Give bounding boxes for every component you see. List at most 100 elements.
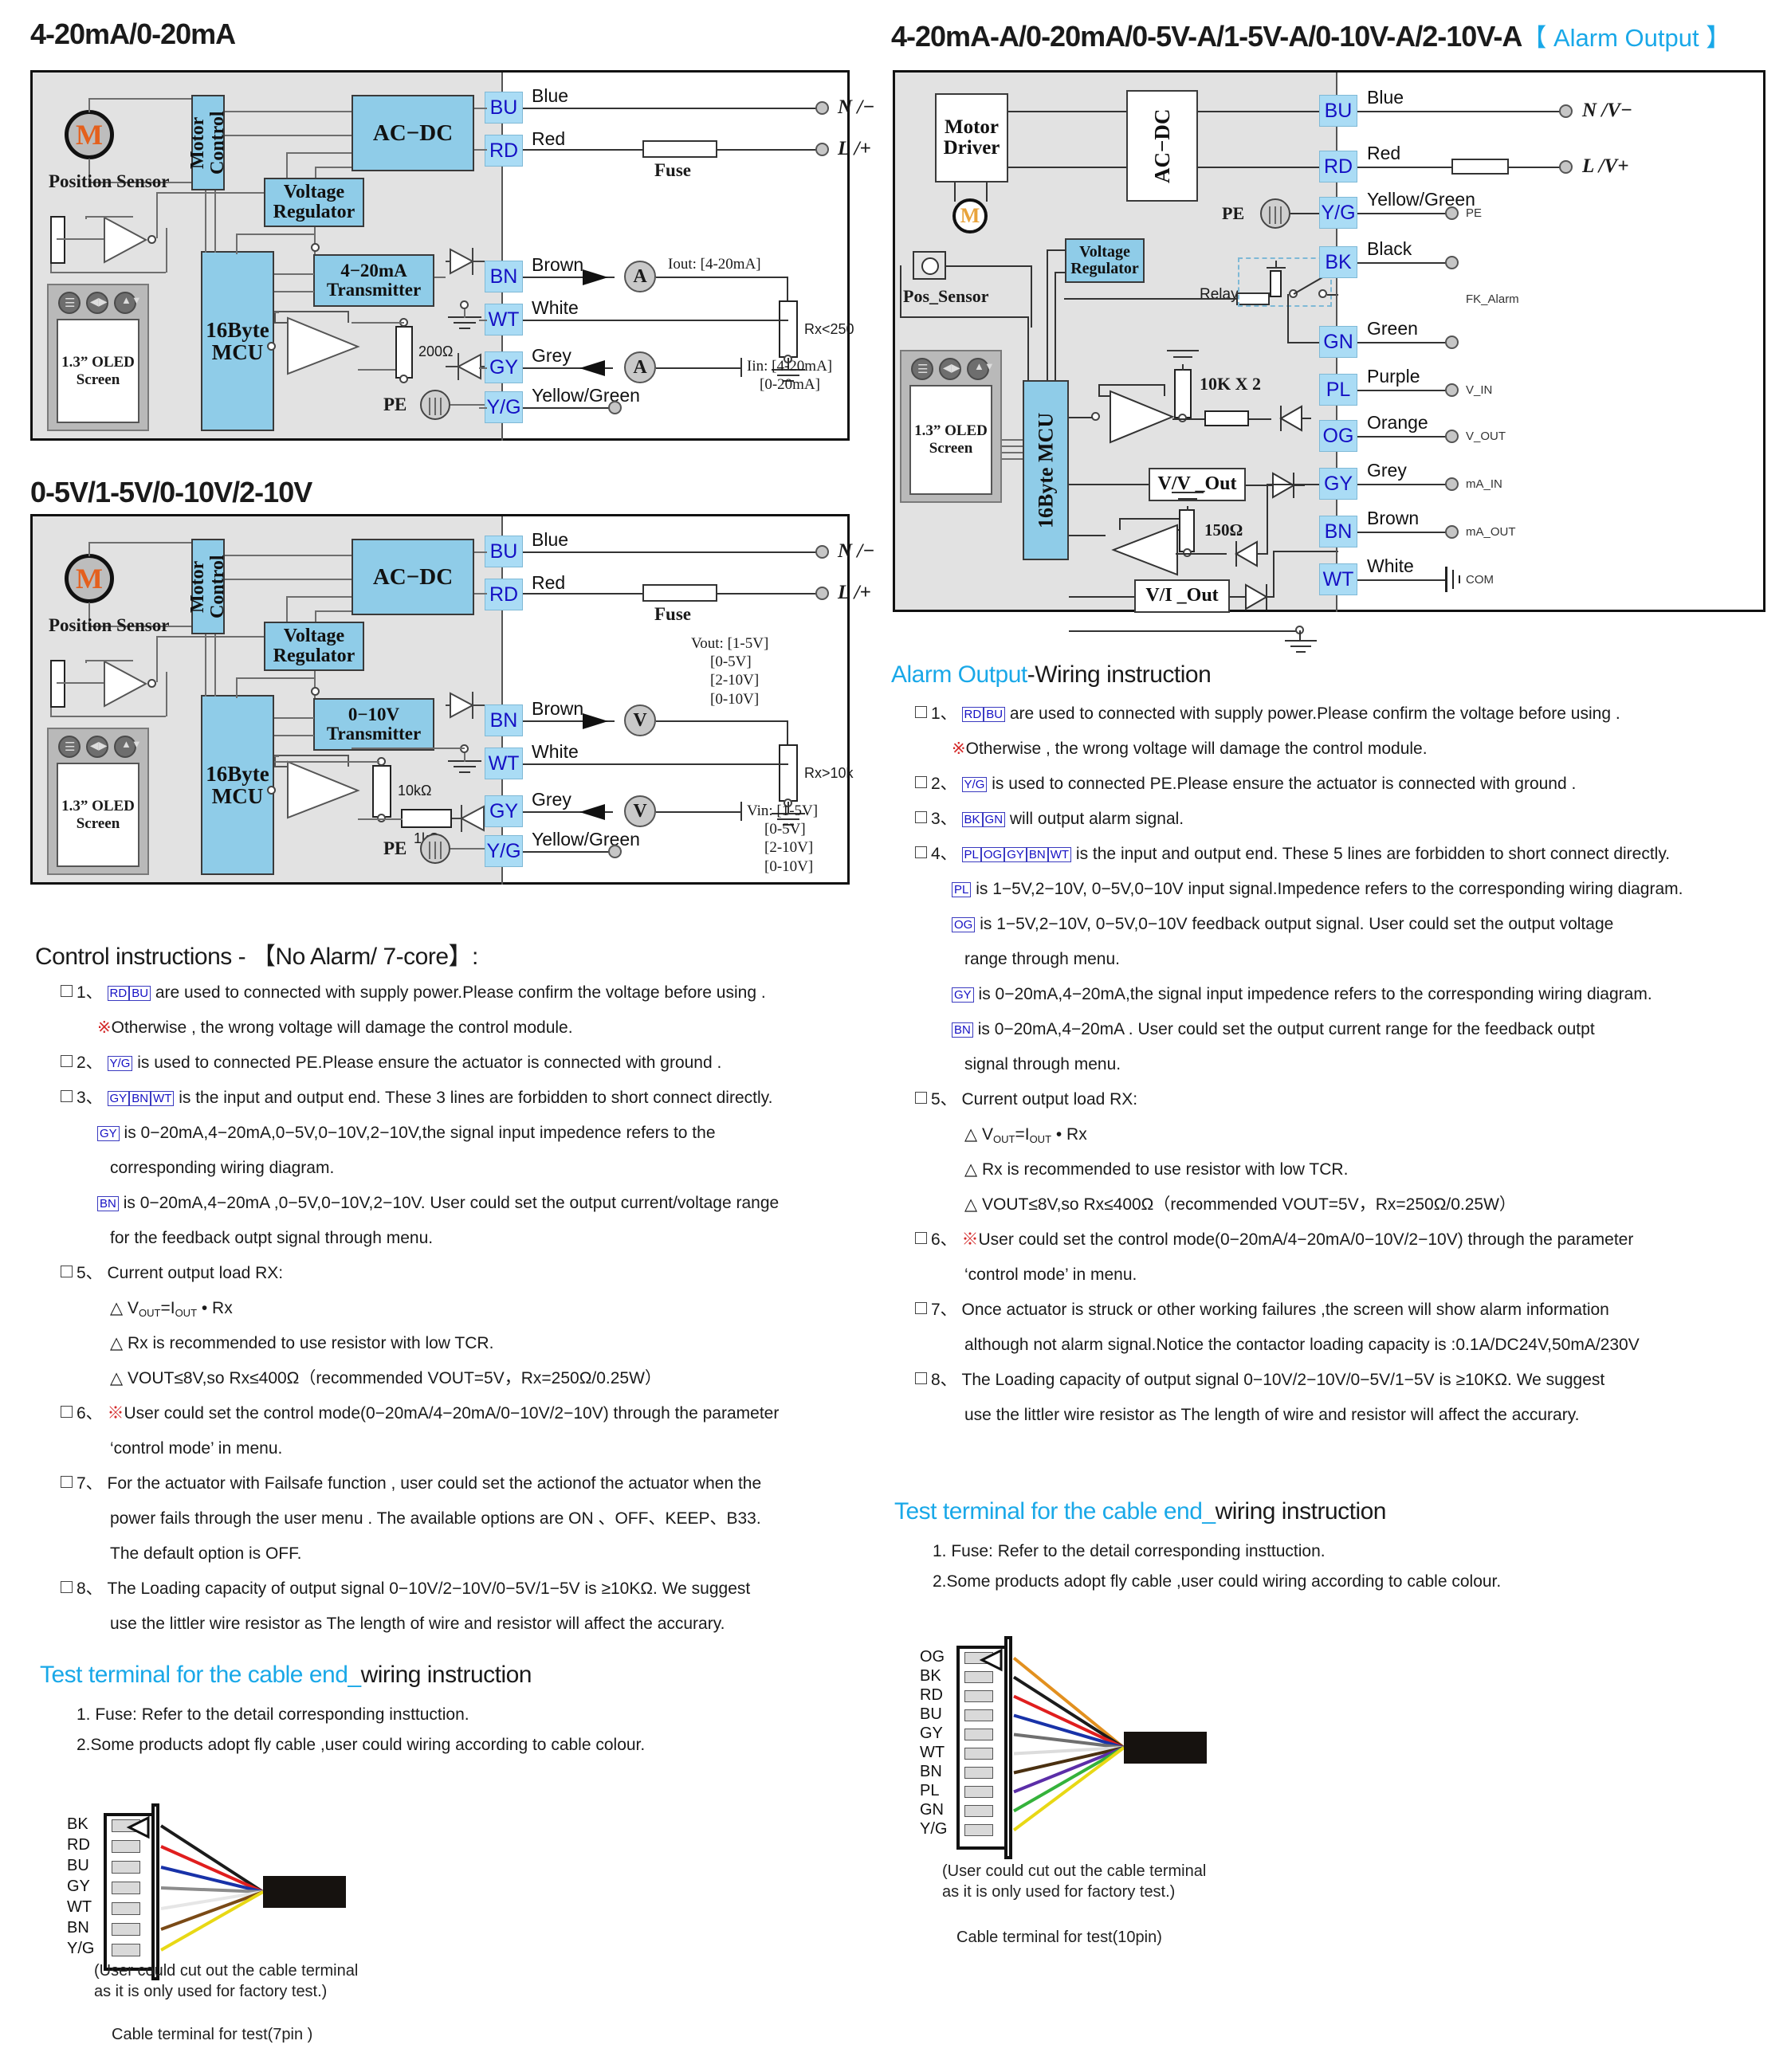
ground-symbol-150 (1171, 492, 1204, 508)
motor-letter-2: M (76, 563, 103, 595)
instruction-line: 6、 ※User could set the control mode(0−20… (61, 1405, 779, 1422)
output-amp-icon-2 (274, 755, 360, 819)
wire-label-blue: Blue (532, 85, 569, 106)
motor-letter: M (76, 119, 103, 151)
checkbox[interactable] (61, 1055, 73, 1067)
diagram1-title: 4-20mA/0-20mA (30, 18, 236, 50)
menu-button-3[interactable]: ☰ (911, 358, 933, 380)
endpoint-lv-3 (1559, 160, 1573, 174)
terminal-yg-3: Y/G (1319, 197, 1357, 229)
checkbox[interactable] (61, 1581, 73, 1593)
test-terminal-heading-blue: Test terminal for the cable end_ (40, 1662, 361, 1688)
wire-tag-og: OG (952, 917, 976, 932)
item-number: 3、 (77, 1089, 108, 1107)
left-right-button-2[interactable]: ◀▶ (86, 736, 108, 758)
checkbox[interactable] (61, 1406, 73, 1418)
voltage-regulator-block-3: Voltage Regulator (1065, 238, 1145, 283)
cable-terminal-7pin: BK RD BU GY WT BN Y/G (48, 1797, 430, 1980)
right-column: 4-20mA-A/0-20mA/0-5V-A/1-5V-A/0-10V-A/2-… (885, 0, 1791, 2072)
cable-terminal-10pin: OG BK RD BU GY WT BN PL GN Y/G (901, 1630, 1299, 1861)
wire-label-blue-3: Blue (1367, 87, 1404, 108)
instruction-text: is used to connected PE.Please ensure th… (137, 1054, 722, 1072)
cable-caption-7pin: Cable terminal for test(7pin ) (112, 2026, 313, 2043)
resistor-10kx2-label: 10K X 2 (1200, 374, 1261, 394)
wire-tag-bu: BU (129, 986, 151, 1001)
checkbox[interactable] (915, 1232, 927, 1244)
instruction-text: will output alarm signal. (1009, 810, 1184, 828)
instruction-line: 1、 RD BU are used to connected with suppl… (61, 984, 766, 1001)
wire-tag-wt: WT (1047, 847, 1072, 862)
connector-key-icon (126, 1815, 150, 1839)
up-down-button-3[interactable]: ▲▼ (967, 358, 995, 380)
checkbox[interactable] (915, 811, 927, 823)
checkbox[interactable] (915, 846, 927, 858)
resistor-150ohm-label: 150Ω (1204, 520, 1243, 540)
ac-dc-block: AC−DC (352, 95, 474, 171)
instruction-text: Once actuator is struck or other working… (961, 1301, 1609, 1319)
left-right-button[interactable]: ◀▶ (86, 292, 108, 314)
position-sensor-label: Position Sensor (49, 171, 170, 191)
rx-250-label: Rx<250 (804, 321, 854, 337)
checkbox[interactable] (61, 1090, 73, 1102)
item-number: 2、 (931, 775, 962, 793)
menu-button[interactable]: ☰ (58, 292, 81, 314)
ammeter-in-icon: A (624, 351, 656, 383)
endpoint-l (815, 143, 829, 156)
wire-label-black-3: Black (1367, 238, 1412, 259)
endpoint-pe-2 (608, 845, 622, 858)
sensor-amp-outline-2 (104, 660, 148, 708)
checkbox[interactable] (915, 776, 927, 788)
terminal-bn-2: BN (485, 704, 523, 736)
diode-og-icon (1267, 472, 1305, 499)
test-terminal-heading-blue-2: Test terminal for the cable end_ (894, 1498, 1216, 1525)
voltmeter-out-glyph: V (633, 709, 647, 731)
oled-screen-2: 1.3” OLED Screen (57, 763, 139, 867)
up-down-button[interactable]: ▲▼ (114, 292, 142, 314)
current-direction-arrow (583, 269, 608, 285)
connector-key-icon (979, 1648, 1003, 1672)
menu-button-2[interactable]: ☰ (58, 736, 81, 758)
instruction-line: 2、 Y/G is used to connected PE.Please en… (915, 775, 1576, 792)
wire-tag-pl: PL (961, 847, 981, 862)
position-sensor-pot-2 (50, 660, 65, 708)
checkbox[interactable] (61, 1266, 73, 1277)
instruction-line: 8、 The Loading capacity of output signal… (61, 1580, 750, 1597)
test-note-2-right: 2.Some products adopt fly cable ,user co… (933, 1572, 1502, 1591)
oled-module-2: ☰ ◀▶ ▲▼ 1.3” OLED Screen (47, 728, 149, 875)
checkbox[interactable] (915, 1372, 927, 1384)
pos-sensor-icon (913, 251, 946, 280)
up-down-button-2[interactable]: ▲▼ (114, 736, 142, 758)
fn-label-maout: mA_OUT (1466, 525, 1516, 539)
wire-tag-bn: BN (129, 1091, 151, 1106)
diagram-alarm-output: Motor Driver M AC−DC Pos_Sensor Voltage … (893, 70, 1765, 653)
rx-10k-label: Rx>10k (804, 765, 854, 781)
wire-label-white-3: White (1367, 555, 1414, 576)
item-number: 6、 (77, 1404, 108, 1423)
wire-tag-bk: BK (961, 812, 983, 827)
checkbox[interactable] (915, 1092, 927, 1104)
left-right-button-3[interactable]: ◀▶ (939, 358, 961, 380)
instruction-line: △ VOUT≤8V,so Rx≤400Ω（recommended VOUT=5V… (110, 1370, 662, 1387)
mcu-block-2: 16Byte MCU (201, 695, 274, 875)
instruction-text: △ VOUT≤8V,so Rx≤400Ω（recommended VOUT=5V… (964, 1195, 1516, 1214)
checkbox[interactable] (915, 706, 927, 718)
checkbox[interactable] (61, 985, 73, 997)
alarm-output-tag: 【 Alarm Output 】 (1522, 24, 1731, 52)
endpoint-pe (608, 401, 622, 414)
relay-label: Relay (1200, 286, 1239, 303)
instruction-text: ‘control mode’ in menu. (110, 1439, 283, 1458)
wire-tag-bn: BN (97, 1196, 119, 1211)
fuse-icon-2 (642, 584, 717, 602)
alarm-amp-icon (1098, 384, 1175, 444)
checkbox[interactable] (915, 1302, 927, 1314)
wire-label-yg-3: Yellow/Green (1367, 189, 1475, 210)
instruction-text: is 1−5V,2−10V, 0−5V,0−10V input signal.I… (976, 880, 1683, 898)
instruction-line: 3、 GY BN WT is the input and output end. T… (61, 1089, 772, 1106)
cable-sheath (1124, 1732, 1207, 1764)
pe-icon-3 (1260, 198, 1290, 229)
item-number: 1、 (931, 704, 962, 723)
iout-label: Iout: [4-20mA] (668, 256, 761, 273)
wire-tag-gy: GY (97, 1126, 120, 1141)
checkbox[interactable] (61, 1476, 73, 1488)
wire-tag-gn: GN (982, 812, 1006, 827)
